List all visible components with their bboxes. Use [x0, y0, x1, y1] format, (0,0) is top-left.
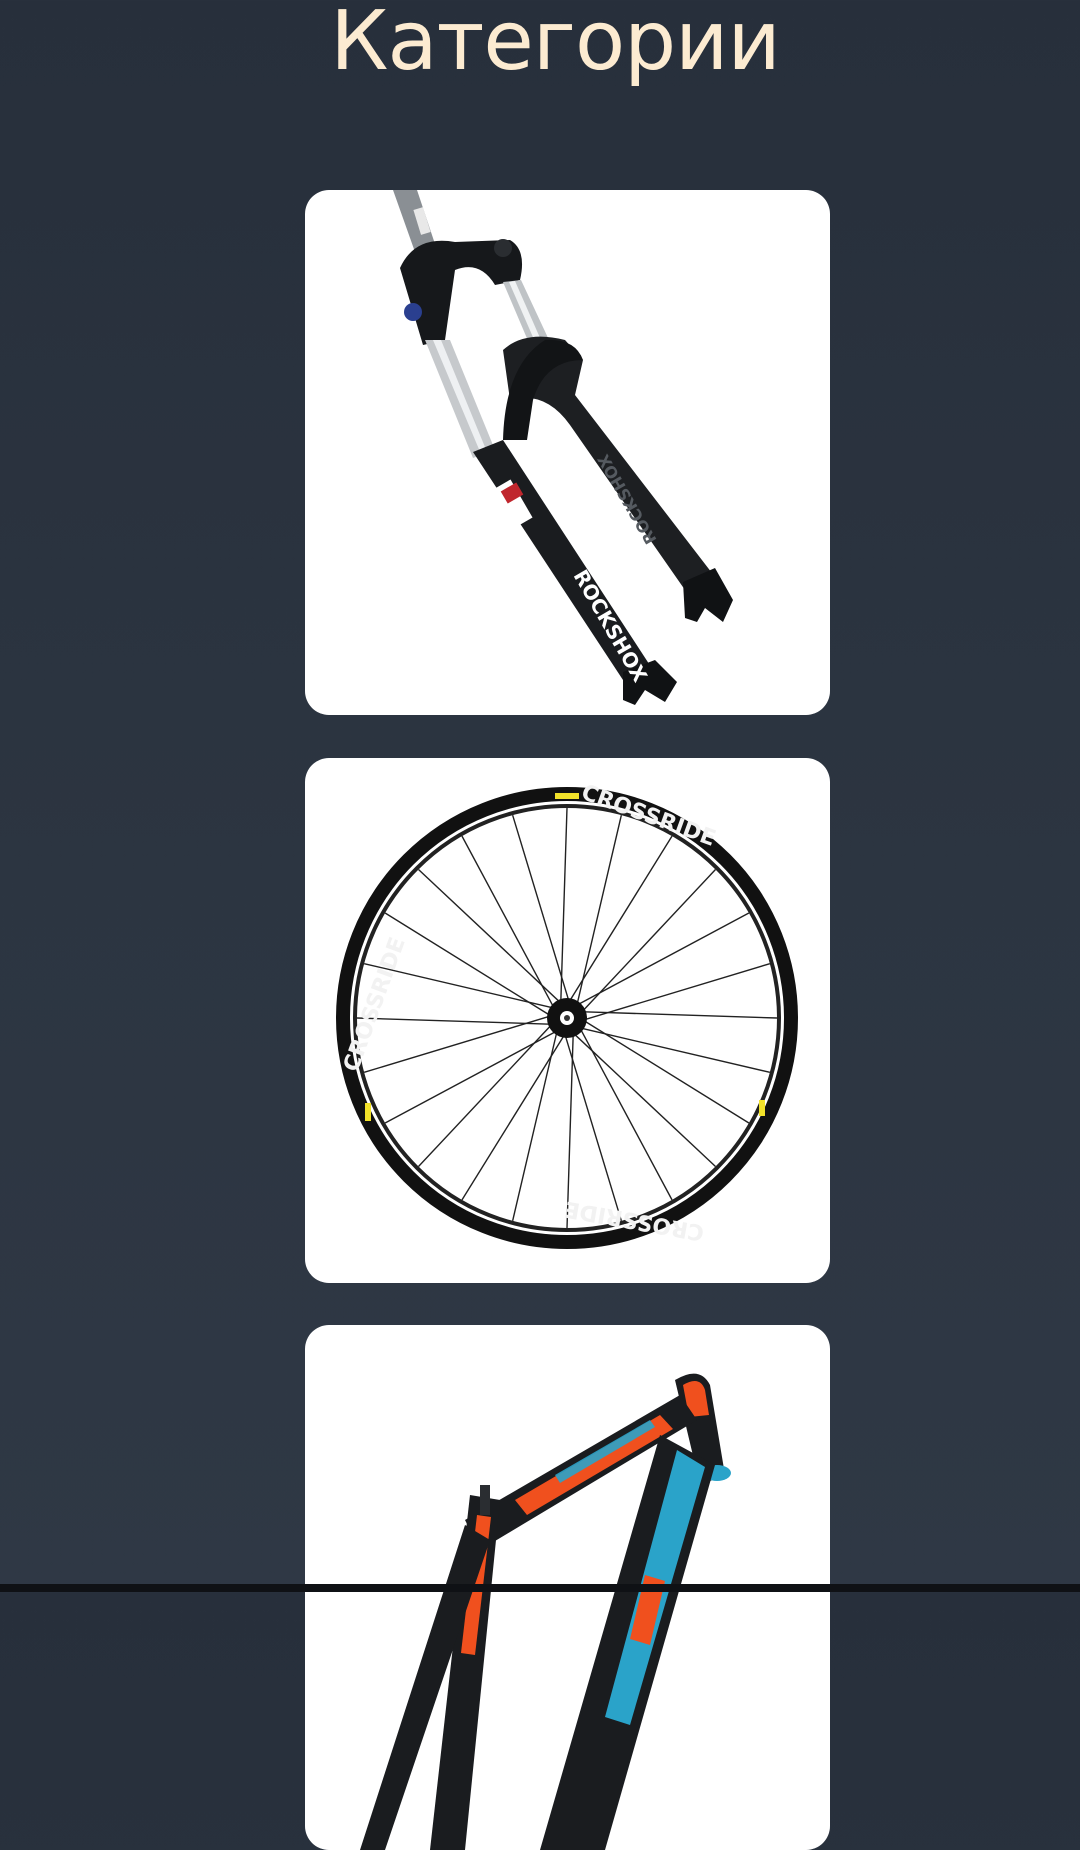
page-title: Категории: [330, 0, 781, 89]
bottom-edge: [0, 1584, 1080, 1592]
wheel-spoke: [569, 835, 673, 1001]
wheel-rim-label-top: CROSSRIDE: [578, 780, 719, 852]
category-card-forks[interactable]: ROCKSHOX ROCKSHOX: [305, 190, 830, 715]
wheel-spoke: [461, 1035, 565, 1201]
wheel-spoke: [511, 1032, 558, 1222]
wheel-spoke: [384, 1031, 556, 1124]
wheel-spoke: [564, 1035, 623, 1222]
category-card-wheels[interactable]: CROSSRIDE CROSSRIDE CROSSRIDE: [305, 758, 830, 1283]
bicycle-wheel-image: CROSSRIDE CROSSRIDE CROSSRIDE: [336, 780, 798, 1249]
wheel-spoke: [384, 912, 550, 1016]
wheel-spoke: [578, 912, 750, 1005]
wheel-spoke: [576, 814, 623, 1004]
wheel-spoke: [461, 835, 554, 1007]
suspension-fork-image: ROCKSHOX ROCKSHOX: [393, 190, 733, 705]
wheel-spoke: [581, 1027, 771, 1074]
wheel-spoke: [584, 962, 771, 1021]
fork-brand-label: ROCKSHOX: [569, 566, 653, 687]
wheel-spoke: [584, 1020, 750, 1124]
wheel-spoke: [511, 814, 570, 1001]
wheel-spoke: [560, 807, 568, 1002]
wheel-spoke: [363, 1015, 550, 1074]
wheel-spoke: [583, 1011, 778, 1019]
wheel-spoke: [356, 1017, 551, 1025]
wheel-spoke: [580, 1029, 673, 1201]
